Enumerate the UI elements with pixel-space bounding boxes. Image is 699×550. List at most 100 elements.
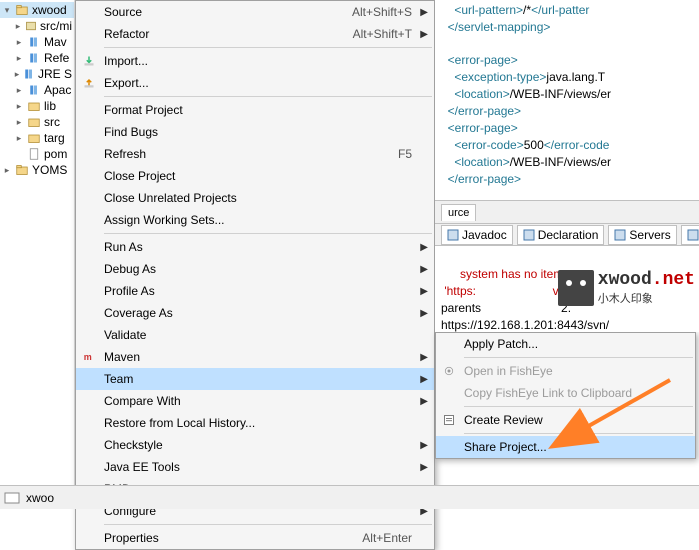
tree-item-refe[interactable]: ▸Refe (0, 50, 74, 66)
console-view[interactable]: system has no item 'https: vn parents 2.… (435, 246, 699, 332)
search-icon (687, 229, 699, 241)
tree-item-mav[interactable]: ▸Mav (0, 34, 74, 50)
menu-item-profile-as[interactable]: Profile As▶ (76, 280, 434, 302)
editor-tab-bar[interactable]: urce (435, 200, 699, 224)
tree-item-jres[interactable]: ▸JRE S (0, 66, 74, 82)
tree-item-targ[interactable]: ▸ targ (0, 130, 74, 146)
menu-label: Assign Working Sets... (102, 213, 434, 227)
menu-item-compare-with[interactable]: Compare With▶ (76, 390, 434, 412)
project-icon (15, 163, 29, 177)
menu-label: Close Unrelated Projects (102, 191, 434, 205)
expand-icon[interactable]: ▸ (14, 37, 24, 48)
view-tab-label: Javadoc (462, 228, 507, 242)
tree-label: YOMS (32, 163, 67, 177)
submenu-arrow-icon: ▶ (420, 440, 428, 451)
submenu-arrow-icon: ▶ (420, 462, 428, 473)
project-explorer[interactable]: ▾xwood▸src/mi▸Mav▸Refe▸JRE S▸Apac▸lib▸sr… (0, 0, 75, 509)
menu-label: Import... (102, 54, 434, 68)
expand-icon[interactable]: ▸ (14, 85, 24, 96)
expand-icon[interactable]: ▸ (14, 101, 24, 112)
menu-item-format-project[interactable]: Format Project (76, 99, 434, 121)
svg-text:m: m (84, 352, 92, 362)
menu-item-restore-from-local-history[interactable]: Restore from Local History... (76, 412, 434, 434)
menu-item-refresh[interactable]: RefreshF5 (76, 143, 434, 165)
menu-item-team[interactable]: Team▶ (76, 368, 434, 390)
menu-item-validate[interactable]: Validate (76, 324, 434, 346)
tree-item-lib[interactable]: ▸ lib (0, 98, 74, 114)
lib-icon (27, 83, 41, 97)
menu-label: Apply Patch... (462, 337, 695, 351)
expand-icon[interactable]: ▾ (2, 5, 12, 16)
submenu-arrow-icon: ▶ (420, 286, 428, 297)
tree-label: xwood (32, 3, 67, 17)
menu-label: Profile As (102, 284, 434, 298)
menu-item-run-as[interactable]: Run As▶ (76, 236, 434, 258)
src-icon (25, 19, 37, 33)
menu-item-java-ee-tools[interactable]: Java EE Tools▶ (76, 456, 434, 478)
submenu-arrow-icon: ▶ (420, 374, 428, 385)
xml-editor[interactable]: <url-pattern>/*</url-patter </servlet-ma… (435, 0, 699, 200)
menu-item-properties[interactable]: PropertiesAlt+Enter (76, 527, 434, 549)
menu-label: Restore from Local History... (102, 416, 434, 430)
menu-item-maven[interactable]: mMaven▶ (76, 346, 434, 368)
view-tab-sear[interactable]: Sear (681, 225, 699, 245)
folder-icon (27, 115, 41, 129)
menu-item-close-project[interactable]: Close Project (76, 165, 434, 187)
submenu-arrow-icon: ▶ (420, 242, 428, 253)
view-tab-javadoc[interactable]: Javadoc (441, 225, 513, 245)
menu-label: Team (102, 372, 434, 386)
editor-tab[interactable]: urce (441, 204, 476, 221)
console-line: parents 2. (441, 301, 571, 315)
menu-label: Refactor (102, 27, 353, 41)
menu-item-import[interactable]: Import... (76, 50, 434, 72)
submenu-arrow-icon: ▶ (420, 7, 428, 18)
menu-item-refactor[interactable]: RefactorAlt+Shift+T▶ (76, 23, 434, 45)
tree-item-yoms[interactable]: ▸ YOMS (0, 162, 74, 178)
view-tab-bar[interactable]: Javadoc Declaration Servers Sear (435, 224, 699, 246)
tree-label: src (44, 115, 60, 129)
expand-icon[interactable]: ▸ (2, 165, 12, 176)
view-tab-servers[interactable]: Servers (608, 225, 676, 245)
menu-item-share-project[interactable]: Share Project... (436, 436, 695, 458)
team-submenu: Apply Patch...Open in FishEyeCopy FishEy… (435, 332, 696, 459)
folder-icon (27, 131, 41, 145)
lib-icon (23, 67, 35, 81)
menu-item-apply-patch[interactable]: Apply Patch... (436, 333, 695, 355)
menu-item-find-bugs[interactable]: Find Bugs (76, 121, 434, 143)
file-icon (27, 147, 41, 161)
view-tab-declaration[interactable]: Declaration (517, 225, 605, 245)
expand-icon[interactable]: ▸ (14, 21, 22, 32)
menu-label: Run As (102, 240, 434, 254)
submenu-arrow-icon: ▶ (420, 352, 428, 363)
expand-icon[interactable]: ▸ (14, 117, 24, 128)
status-icon (4, 490, 20, 506)
menu-item-coverage-as[interactable]: Coverage As▶ (76, 302, 434, 324)
view-tab-label: Declaration (538, 228, 599, 242)
menu-item-create-review[interactable]: Create Review (436, 409, 695, 431)
tree-item-src[interactable]: ▸ src (0, 114, 74, 130)
tree-item-srcmi[interactable]: ▸src/mi (0, 18, 74, 34)
menu-item-close-unrelated-projects[interactable]: Close Unrelated Projects (76, 187, 434, 209)
tree-item-pom[interactable]: pom (0, 146, 74, 162)
import-icon (76, 55, 102, 67)
menu-separator (464, 433, 693, 434)
menu-item-debug-as[interactable]: Debug As▶ (76, 258, 434, 280)
menu-label: Format Project (102, 103, 434, 117)
menu-item-source[interactable]: SourceAlt+Shift+S▶ (76, 1, 434, 23)
menu-item-assign-working-sets[interactable]: Assign Working Sets... (76, 209, 434, 231)
tree-item-apac[interactable]: ▸Apac (0, 82, 74, 98)
menu-label: Refresh (102, 147, 398, 161)
console-line: system has no item (457, 267, 564, 281)
tree-label: lib (44, 99, 56, 113)
expand-icon[interactable]: ▸ (14, 53, 24, 64)
menu-item-checkstyle[interactable]: Checkstyle▶ (76, 434, 434, 456)
expand-icon[interactable]: ▸ (14, 69, 20, 80)
menu-label: Open in FishEye (462, 364, 695, 378)
menu-item-export[interactable]: Export... (76, 72, 434, 94)
menu-label: Checkstyle (102, 438, 434, 452)
status-text: xwoo (26, 491, 54, 505)
tree-label: targ (44, 131, 65, 145)
expand-icon[interactable]: ▸ (14, 133, 24, 144)
tree-item-xwood[interactable]: ▾ xwood (0, 2, 74, 18)
lib-icon (27, 35, 41, 49)
